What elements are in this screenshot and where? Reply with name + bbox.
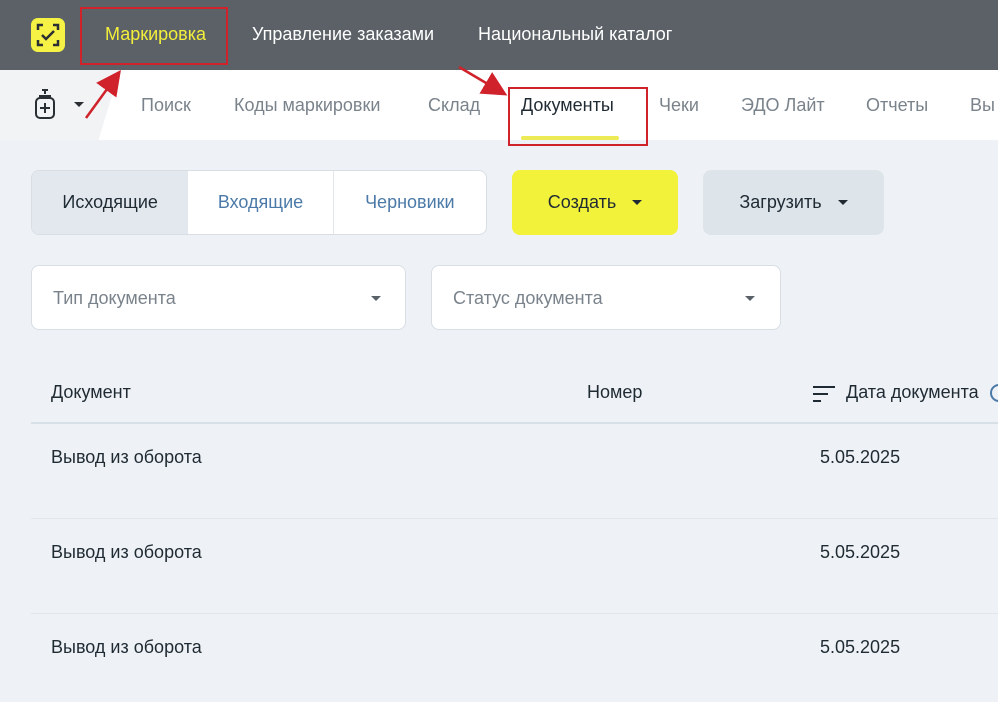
nav-receipts[interactable]: Чеки — [659, 95, 699, 116]
top-nav-catalog[interactable]: Национальный каталог — [478, 24, 672, 45]
load-button-label: Загрузить — [739, 192, 822, 212]
row-divider — [31, 518, 998, 519]
chevron-down-icon — [632, 200, 643, 205]
annotation-box-documents — [508, 87, 648, 146]
doc-type-placeholder: Тип документа — [53, 288, 176, 308]
help-icon[interactable] — [990, 384, 998, 402]
tab-incoming[interactable]: Входящие — [188, 171, 334, 234]
doc-status-select[interactable]: Статус документа — [431, 265, 781, 330]
cell-document: Вывод из оборота — [51, 542, 202, 562]
product-bottle-icon[interactable] — [33, 88, 59, 125]
cell-document: Вывод из оборота — [51, 637, 202, 657]
nav-search[interactable]: Поиск — [141, 95, 191, 116]
row-divider — [31, 613, 998, 614]
column-header-date[interactable]: Дата документа — [846, 382, 979, 403]
cell-date: 5.05.2025 — [820, 637, 901, 657]
chevron-down-icon — [371, 296, 381, 301]
column-header-document[interactable]: Документ — [51, 382, 131, 403]
nav-edo-lite[interactable]: ЭДО Лайт — [741, 95, 825, 116]
chevron-down-icon[interactable] — [74, 102, 84, 107]
nav-warehouse[interactable]: Склад — [428, 95, 480, 116]
document-direction-tabs: Исходящие Входящие Черновики — [31, 170, 487, 235]
cell-date: 5.05.2025 — [820, 447, 901, 467]
chevron-down-icon — [837, 200, 848, 205]
nav-reports[interactable]: Отчеты — [866, 95, 928, 116]
cell-date: 5.05.2025 — [820, 542, 901, 562]
create-button[interactable]: Создать — [512, 170, 678, 235]
nav-more[interactable]: Вы — [970, 95, 995, 116]
column-header-number[interactable]: Номер — [587, 382, 642, 403]
create-button-label: Создать — [547, 192, 617, 212]
table-header-divider — [31, 422, 998, 424]
tab-outgoing[interactable]: Исходящие — [32, 171, 189, 234]
chevron-down-icon — [745, 296, 755, 301]
doc-status-placeholder: Статус документа — [453, 288, 603, 308]
load-button[interactable]: Загрузить — [703, 170, 884, 235]
tab-drafts[interactable]: Черновики — [334, 171, 486, 234]
nav-codes[interactable]: Коды маркировки — [234, 95, 380, 116]
sort-icon[interactable] — [812, 384, 836, 404]
annotation-box-marking — [80, 7, 228, 65]
cell-document: Вывод из оборота — [51, 447, 202, 467]
top-nav-orders[interactable]: Управление заказами — [252, 24, 434, 45]
app-logo-icon[interactable] — [31, 18, 65, 52]
doc-type-select[interactable]: Тип документа — [31, 265, 406, 330]
